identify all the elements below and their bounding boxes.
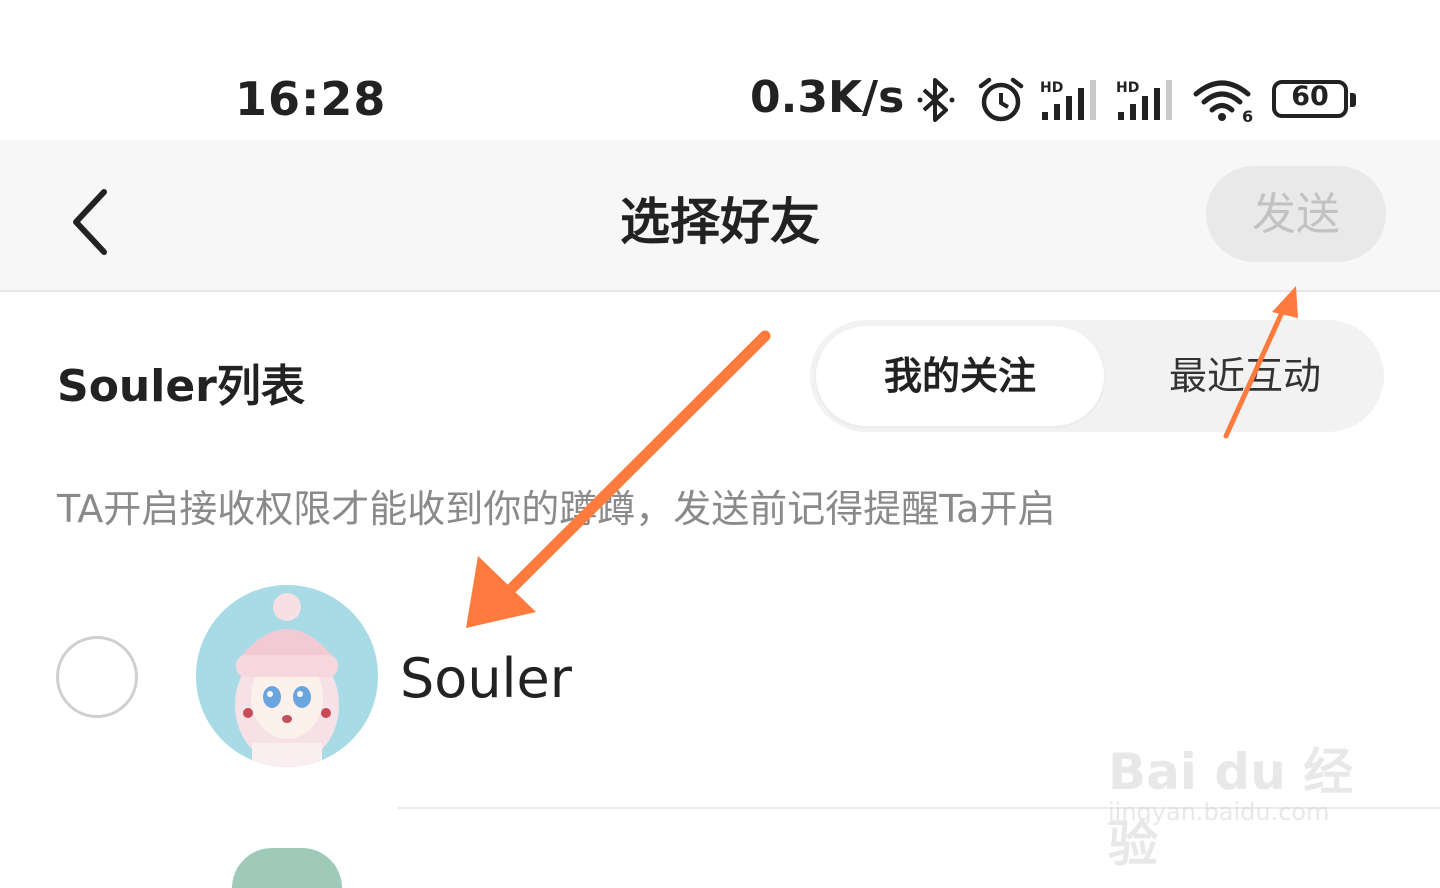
segmented-control: 我的关注 最近互动 <box>810 320 1384 432</box>
status-bar: 16:28 0.3K/s HD HD 6 60 <box>0 0 1440 140</box>
avatar <box>196 585 378 767</box>
tab-recent-interaction[interactable]: 最近互动 <box>1110 326 1380 426</box>
alarm-icon <box>978 77 1024 122</box>
svg-text:HD: HD <box>1040 80 1063 96</box>
nav-bar: 选择好友 发送 <box>0 140 1440 292</box>
avatar-illustration <box>196 585 378 767</box>
watermark-logo: Bai du 经验 jingyan.baidu.com <box>1100 702 1370 873</box>
hd-signal-icon: HD <box>1116 80 1172 120</box>
tab-following[interactable]: 我的关注 <box>816 326 1104 426</box>
svg-text:6: 6 <box>1242 107 1253 124</box>
battery-icon: 60 <box>1272 80 1356 118</box>
wifi-icon: 6 <box>1193 80 1253 124</box>
bluetooth-icon <box>917 78 955 122</box>
friend-name: Souler <box>400 647 572 710</box>
hd-signal-icon: HD <box>1040 80 1096 120</box>
select-radio[interactable] <box>56 636 138 718</box>
avatar <box>232 848 342 888</box>
status-time: 16:28 <box>235 72 387 126</box>
svg-text:HD: HD <box>1116 80 1139 96</box>
battery-level: 60 <box>1291 81 1329 112</box>
watermark-url: jingyan.baidu.com <box>1108 798 1330 826</box>
network-speed: 0.3K/s <box>750 72 905 123</box>
permission-hint: TA开启接收权限才能收到你的蹲蹲，发送前记得提醒Ta开启 <box>57 487 1056 531</box>
send-button[interactable]: 发送 <box>1206 166 1386 262</box>
section-title: Souler列表 <box>57 361 305 412</box>
